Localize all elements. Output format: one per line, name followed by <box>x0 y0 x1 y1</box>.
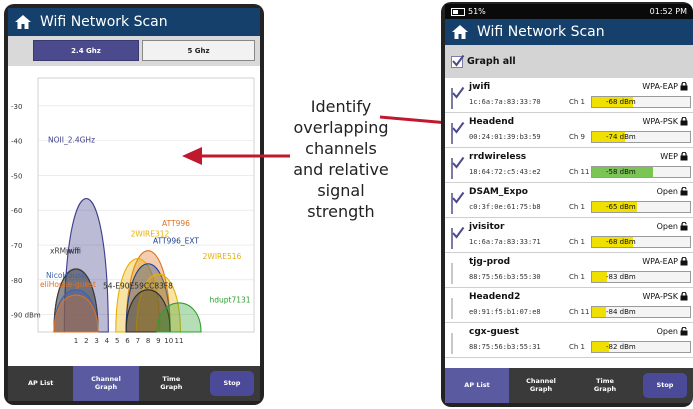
signal-value: -82 dBm <box>606 343 636 351</box>
network-checkbox[interactable] <box>451 191 465 214</box>
network-name: Headend2 <box>469 292 521 302</box>
mac-address: e0:91:f5:b1:07:e8 <box>469 308 541 316</box>
battery-level: 51% <box>468 7 486 16</box>
right-phone-screenshot: 51% 01:52 PM Wifi Network Scan Graph all… <box>441 2 693 407</box>
checkmark-icon <box>452 121 465 134</box>
channel-label: Ch 11 <box>569 168 590 176</box>
signal-bar: -74 dBm <box>591 131 691 143</box>
network-name: jvisitor <box>469 222 505 232</box>
home-icon[interactable] <box>451 23 469 41</box>
mac-address: 1c:6a:7a:83:33:70 <box>469 98 541 106</box>
channel-label: Ch 1 <box>569 238 586 246</box>
channel-graph-button[interactable]: Channel Graph <box>509 368 573 403</box>
ap-list-button[interactable]: AP List <box>445 368 509 403</box>
checkmark-icon <box>452 156 465 169</box>
channel-label: Ch 1 <box>569 203 586 211</box>
network-name: cgx-guest <box>469 327 519 337</box>
signal-bar: -65 dBm <box>591 201 691 213</box>
channel-label: Ch 11 <box>569 308 590 316</box>
bottom-nav: AP List Channel Graph Time Graph Stop <box>445 368 693 403</box>
security-type: Open <box>656 222 678 231</box>
lock-icon <box>680 257 688 266</box>
mac-address: 88:75:56:b3:55:30 <box>469 273 541 281</box>
right-screen: 51% 01:52 PM Wifi Network Scan Graph all… <box>445 4 693 403</box>
network-checkbox[interactable] <box>451 156 465 179</box>
signal-bar: -68 dBm <box>591 236 691 248</box>
network-row[interactable]: cgx-guest Open 88:75:56:b3:55:31 Ch 1 -82 dB… <box>445 323 693 358</box>
signal-bar: -84 dBm <box>591 306 691 318</box>
signal-value: -65 dBm <box>606 203 636 211</box>
signal-bar: -58 dBm <box>591 166 691 178</box>
mac-address: 00:24:01:39:b3:59 <box>469 133 541 141</box>
network-name: jwifi <box>469 82 491 92</box>
signal-bar: -68 dBm <box>591 96 691 108</box>
network-name: Headend <box>469 117 515 127</box>
network-row[interactable]: rrdwireless WEP 18:64:72:c5:43:e2 Ch 11 -58 … <box>445 148 693 183</box>
network-checkbox[interactable] <box>451 226 465 249</box>
network-row[interactable]: Headend2 WPA-PSK e0:91:f5:b1:07:e8 Ch 11 -84… <box>445 288 693 323</box>
security-type: WEP <box>660 152 678 161</box>
signal-bar-fill <box>592 307 606 317</box>
network-row[interactable]: jvisitor Open 1c:6a:7a:83:33:71 Ch 1 -68 dBm <box>445 218 693 253</box>
network-checkbox[interactable] <box>451 121 465 144</box>
signal-bar: -83 dBm <box>591 271 691 283</box>
signal-value: -68 dBm <box>606 238 636 246</box>
graph-all-row[interactable]: Graph all <box>445 45 693 78</box>
signal-value: -58 dBm <box>606 168 636 176</box>
lock-icon <box>680 82 688 91</box>
mac-address: 18:64:72:c5:43:e2 <box>469 168 541 176</box>
network-name: tjg-prod <box>469 257 511 267</box>
security-type: Open <box>656 187 678 196</box>
channel-label: Ch 9 <box>569 133 586 141</box>
security-type: WPA-PSK <box>642 292 678 301</box>
checkmark-icon <box>452 226 465 239</box>
checkmark-icon <box>452 86 465 99</box>
network-name: DSAM_Expo <box>469 187 528 197</box>
signal-value: -68 dBm <box>606 98 636 106</box>
signal-bar: -82 dBm <box>591 341 691 353</box>
signal-value: -84 dBm <box>606 308 636 316</box>
mac-address: 1c:6a:7a:83:33:71 <box>469 238 541 246</box>
lock-icon <box>680 117 688 126</box>
channel-label: Ch 1 <box>569 98 586 106</box>
security-type: WPA-PSK <box>642 117 678 126</box>
channel-label: Ch 1 <box>569 273 586 281</box>
mac-address: 88:75:56:b3:55:31 <box>469 343 541 351</box>
checkmark-icon <box>452 54 465 67</box>
arrow-to-graph <box>182 147 290 165</box>
stop-button[interactable]: Stop <box>643 373 687 398</box>
security-type: Open <box>656 327 678 336</box>
network-row[interactable]: Headend WPA-PSK 00:24:01:39:b3:59 Ch 9 -74 d… <box>445 113 693 148</box>
lock-icon <box>680 152 688 161</box>
network-name: rrdwireless <box>469 152 527 162</box>
security-type: WPA-EAP <box>642 82 678 91</box>
network-row[interactable]: DSAM_Expo Open c0:3f:0e:61:75:b8 Ch 1 -65 dB… <box>445 183 693 218</box>
graph-all-checkbox[interactable] <box>451 54 465 68</box>
graph-all-label: Graph all <box>467 56 516 67</box>
signal-value: -74 dBm <box>606 133 636 141</box>
status-bar: 51% 01:52 PM <box>445 4 693 19</box>
signal-bar-fill <box>592 272 607 282</box>
lock-icon <box>680 292 688 301</box>
app-title: Wifi Network Scan <box>477 24 605 40</box>
signal-value: -83 dBm <box>606 273 636 281</box>
checkmark-icon <box>452 191 465 204</box>
network-checkbox[interactable] <box>451 86 465 109</box>
app-header: Wifi Network Scan <box>445 19 693 45</box>
network-list: jwifi WPA-EAP 1c:6a:7a:83:33:70 Ch 1 -68 dBm… <box>445 78 693 368</box>
network-row[interactable]: jwifi WPA-EAP 1c:6a:7a:83:33:70 Ch 1 -68 dBm <box>445 78 693 113</box>
unlock-icon <box>680 327 688 336</box>
security-type: WPA-EAP <box>642 257 678 266</box>
clock: 01:52 PM <box>649 7 687 16</box>
network-row[interactable]: tjg-prod WPA-EAP 88:75:56:b3:55:30 Ch 1 -83 … <box>445 253 693 288</box>
battery-icon <box>451 7 465 16</box>
time-graph-button[interactable]: Time Graph <box>573 368 637 403</box>
unlock-icon <box>680 187 688 196</box>
mac-address: c0:3f:0e:61:75:b8 <box>469 203 541 211</box>
network-checkbox[interactable] <box>451 263 453 284</box>
unlock-icon <box>680 222 688 231</box>
network-checkbox[interactable] <box>451 298 453 319</box>
channel-label: Ch 1 <box>569 343 586 351</box>
network-checkbox[interactable] <box>451 333 453 354</box>
